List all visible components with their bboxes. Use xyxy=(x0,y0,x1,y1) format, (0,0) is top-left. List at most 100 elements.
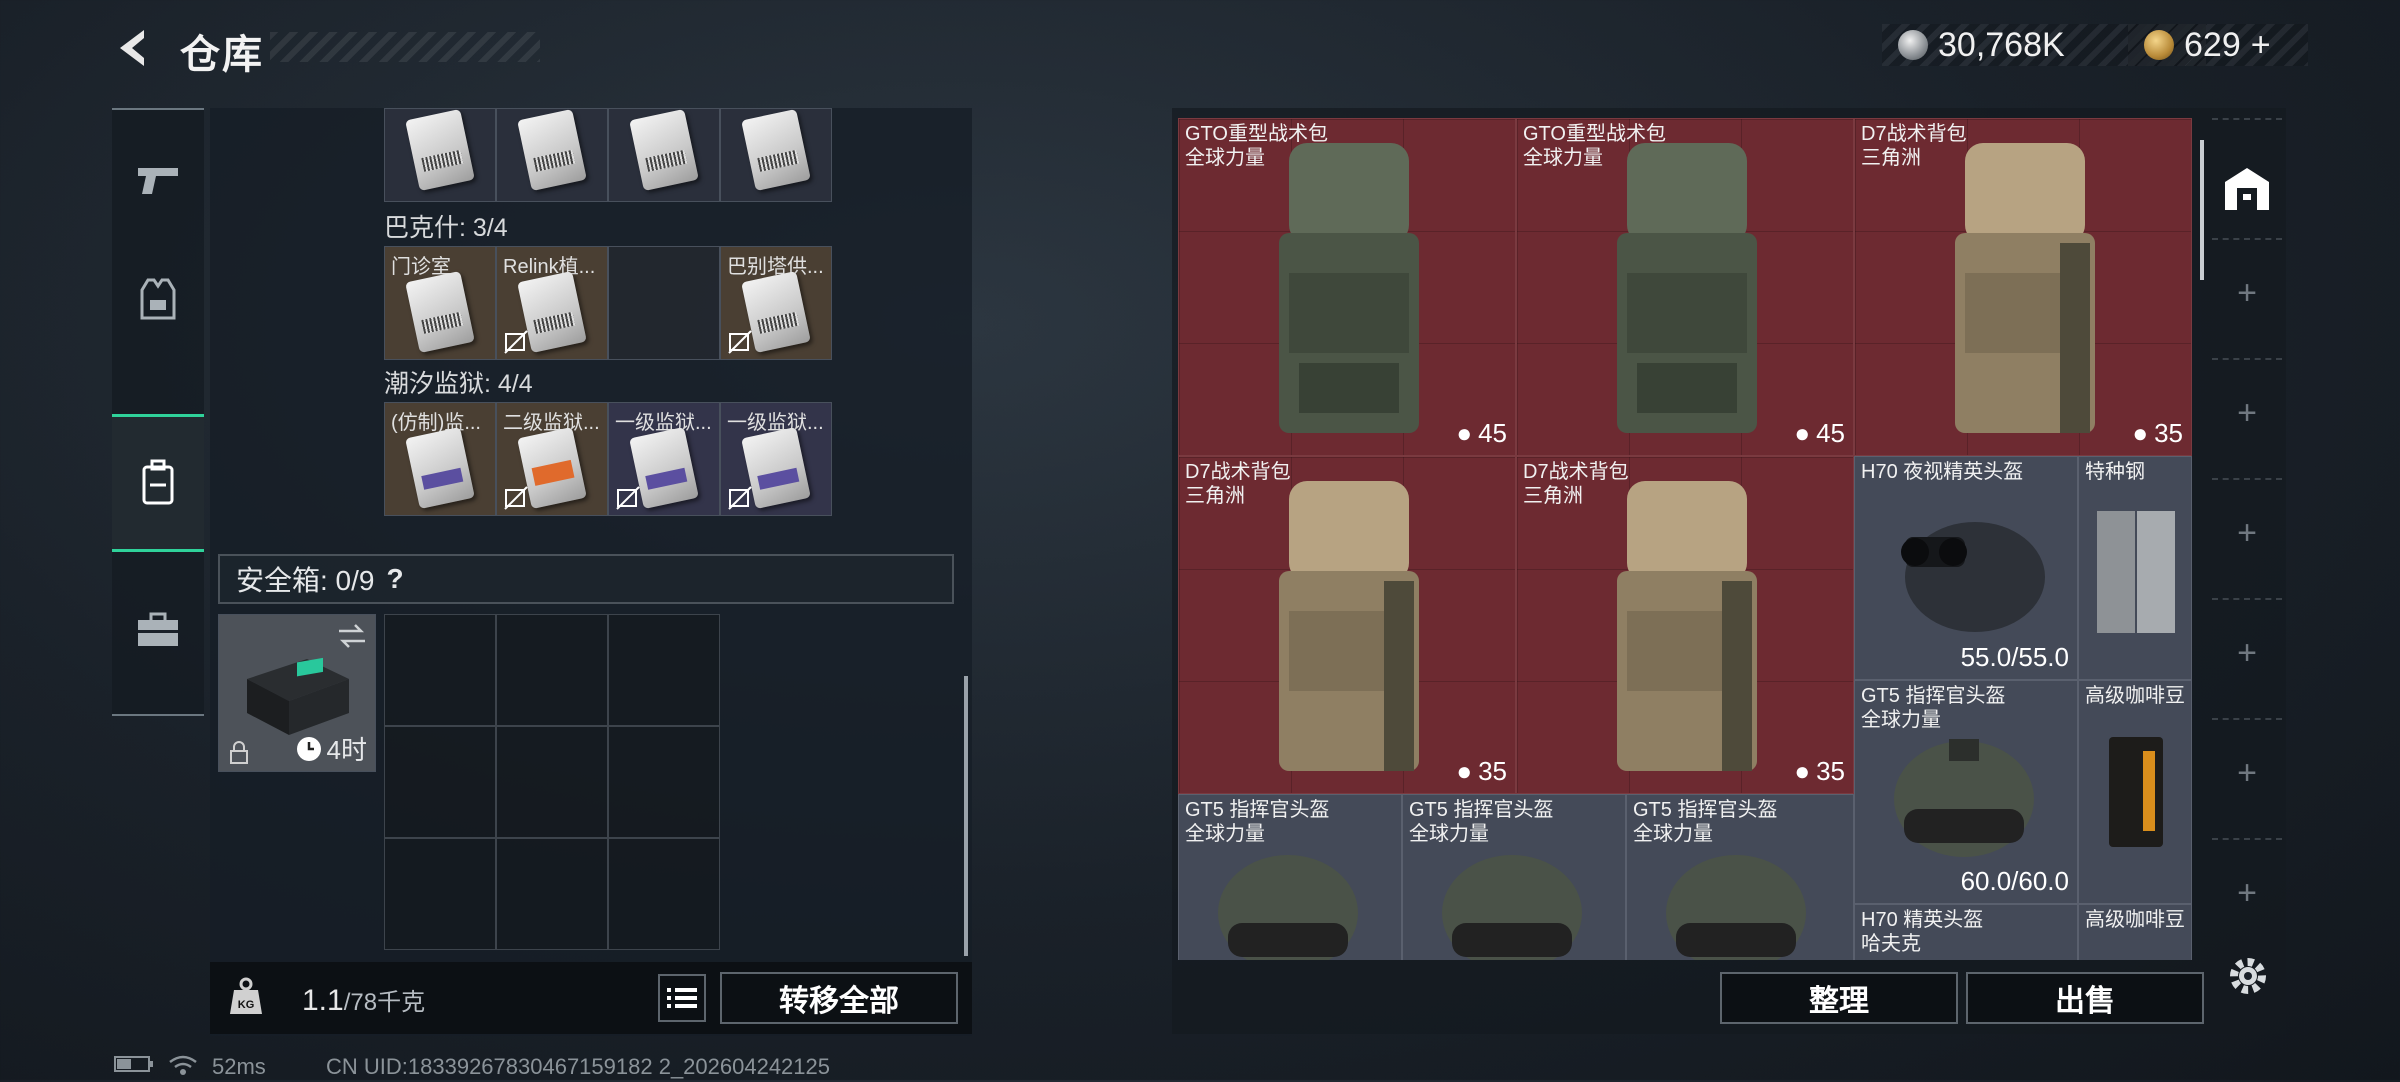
safe-box-cell[interactable] xyxy=(496,614,608,726)
safe-box-cell[interactable] xyxy=(496,838,608,950)
item-special-steel[interactable]: 特种钢 xyxy=(2078,456,2192,680)
capacity-icon: ● xyxy=(1456,756,1473,786)
warehouse-icon xyxy=(2225,168,2269,210)
item-gto-backpack[interactable]: GTO重型战术包 全球力量 ● 45 xyxy=(1178,118,1516,456)
item-gt5-helmet[interactable]: GT5 指挥官头盔 全球力量 60.0/60.0 xyxy=(1854,680,2078,904)
list-view-button[interactable] xyxy=(658,974,706,1022)
item-d7-backpack[interactable]: D7战术背包 三角洲 ● 35 xyxy=(1178,456,1516,794)
keycard-slot[interactable]: 一级监狱... xyxy=(720,402,832,516)
capacity-icon: ● xyxy=(2132,418,2149,448)
keycard-slot[interactable]: 二级监狱... xyxy=(496,402,608,516)
weight-icon: KG xyxy=(230,977,262,1014)
backpack-icon xyxy=(142,459,174,505)
keycard-icon xyxy=(405,270,475,353)
keycard-icon xyxy=(741,109,811,192)
transfer-all-button[interactable]: 转移全部 xyxy=(720,972,958,1024)
nav-armor[interactable] xyxy=(112,240,204,360)
safe-box-cell[interactable] xyxy=(608,726,720,838)
add-tab-icon[interactable]: + xyxy=(2208,754,2286,793)
keycard-slot[interactable]: (仿制)监... xyxy=(384,402,496,516)
sort-button[interactable]: 整理 xyxy=(1720,972,1958,1024)
add-tab-icon[interactable]: + xyxy=(2208,514,2286,553)
swap-icon[interactable] xyxy=(337,623,367,649)
coffee-bag-image xyxy=(2109,737,2163,847)
keycard-slot[interactable]: 一级监狱... xyxy=(608,402,720,516)
add-tab-icon[interactable]: + xyxy=(2208,394,2286,433)
keycard-slot[interactable]: 巴别塔供... xyxy=(720,246,832,360)
item-gt5-helmet[interactable]: GT5 指挥官头盔 全球力量 xyxy=(1626,794,1854,960)
helmet-image xyxy=(1442,855,1582,960)
uid-readout: CN UID:18339267830467159182 2_2026042421… xyxy=(326,1054,831,1079)
keycard-slot[interactable] xyxy=(384,108,496,202)
item-d7-backpack[interactable]: D7战术背包 三角洲 ● 35 xyxy=(1854,118,2192,456)
back-arrow-icon[interactable] xyxy=(110,24,158,72)
keycard-icon xyxy=(629,109,699,192)
item-gt5-helmet[interactable]: GT5 指挥官头盔 全球力量 xyxy=(1178,794,1402,960)
sell-button[interactable]: 出售 xyxy=(1966,972,2204,1024)
nav-backpack[interactable] xyxy=(112,414,204,552)
capacity-icon: ● xyxy=(1794,418,1811,448)
helmet-image xyxy=(1218,855,1358,960)
item-gt5-helmet[interactable]: GT5 指挥官头盔 全球力量 xyxy=(1402,794,1626,960)
safe-box-header: 安全箱: 0/9 ? xyxy=(218,554,954,604)
safe-box-cell[interactable] xyxy=(496,726,608,838)
item-h70-nv-helmet[interactable]: H70 夜视精英头盔 55.0/55.0 xyxy=(1854,456,2078,680)
no-trade-icon xyxy=(728,486,752,510)
keycard-icon xyxy=(405,426,475,509)
keycard-slot[interactable] xyxy=(608,108,720,202)
safe-box-cell[interactable] xyxy=(608,838,720,950)
safe-box-cell[interactable] xyxy=(384,838,496,950)
backpack-image xyxy=(1279,143,1419,433)
no-trade-icon xyxy=(504,486,528,510)
add-tab-icon[interactable]: + xyxy=(2208,874,2286,913)
battery-icon xyxy=(114,1054,154,1080)
no-trade-icon xyxy=(728,330,752,354)
backpack-image xyxy=(1279,481,1419,771)
safe-box-timer: 4时 xyxy=(295,730,367,767)
list-icon xyxy=(667,988,697,1008)
section-label-bakesh: 巴克什: 3/4 xyxy=(384,214,508,242)
keycard-slot[interactable]: 门诊室 xyxy=(384,246,496,360)
item-coffee-beans[interactable]: 高级咖啡豆 xyxy=(2078,680,2192,904)
add-currency-icon[interactable]: + xyxy=(2251,26,2271,65)
stash-grid: GTO重型战术包 全球力量 ● 45 GTO重型战术包 全球力量 ● 45 D7战术背包… xyxy=(1178,118,2192,960)
title-decoration xyxy=(270,32,540,62)
gold-amount: 629 xyxy=(2184,25,2241,64)
lock-icon xyxy=(230,741,248,764)
gold-currency[interactable]: 629 + xyxy=(2128,24,2308,66)
gold-coin-icon xyxy=(2144,30,2174,60)
section-label-prison: 潮汐监狱: 4/4 xyxy=(384,370,533,398)
safe-box-cell[interactable] xyxy=(384,614,496,726)
safe-box-cell[interactable] xyxy=(608,614,720,726)
backpack-image xyxy=(1955,143,2095,433)
silver-amount: 30,768K xyxy=(1938,25,2065,64)
stash-scrollbar[interactable] xyxy=(2200,140,2204,280)
keycard-slot[interactable]: Relink植... xyxy=(496,246,608,360)
stash-tab-main[interactable] xyxy=(2208,138,2286,238)
keycard-slot[interactable] xyxy=(720,108,832,202)
add-tab-icon[interactable]: + xyxy=(2208,274,2286,313)
safe-box-container[interactable]: 4时 xyxy=(218,614,376,772)
item-gto-backpack[interactable]: GTO重型战术包 全球力量 ● 45 xyxy=(1516,118,1854,456)
left-scrollbar[interactable] xyxy=(964,676,968,956)
silver-coin-icon xyxy=(1898,30,1928,60)
capacity-icon: ● xyxy=(1794,756,1811,786)
page-title: 仓库 xyxy=(180,33,264,77)
nav-weapons[interactable] xyxy=(112,120,204,240)
category-nav xyxy=(112,108,204,716)
pistol-icon xyxy=(138,168,178,194)
item-coffee-beans[interactable]: 高级咖啡豆 xyxy=(2078,904,2192,960)
ping-readout: 52ms xyxy=(212,1054,266,1079)
keycard-slot[interactable] xyxy=(496,108,608,202)
settings-gear-icon[interactable] xyxy=(2226,954,2270,998)
nav-toolbox[interactable] xyxy=(112,570,204,690)
safe-box-cell[interactable] xyxy=(384,726,496,838)
safe-box-icon xyxy=(247,657,349,735)
help-icon[interactable]: ? xyxy=(386,563,403,595)
item-h70-helmet[interactable]: H70 精英头盔 哈夫克 xyxy=(1854,904,2078,960)
add-tab-icon[interactable]: + xyxy=(2208,634,2286,673)
helmet-image xyxy=(1666,855,1806,960)
helmet-image xyxy=(1894,739,2034,857)
empty-keycard-slot[interactable] xyxy=(608,246,720,360)
item-d7-backpack[interactable]: D7战术背包 三角洲 ● 35 xyxy=(1516,456,1854,794)
